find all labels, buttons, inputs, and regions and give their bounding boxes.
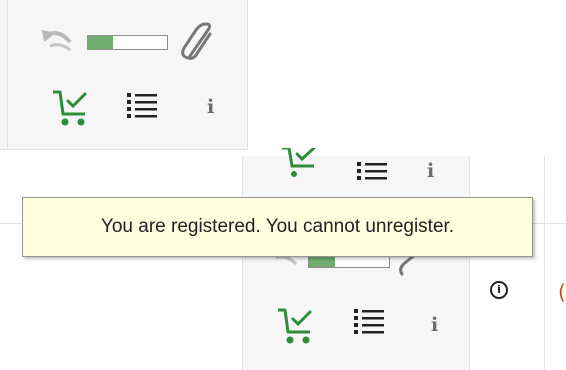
- info-icon[interactable]: i: [427, 162, 434, 181]
- paperclip-icon[interactable]: [398, 254, 428, 278]
- cart-check-icon[interactable]: [280, 148, 322, 178]
- progress-bar: [87, 35, 168, 50]
- truncated-icon: (: [558, 280, 566, 304]
- progress-bar-fill: [88, 36, 114, 49]
- info-icon[interactable]: i: [207, 98, 214, 117]
- cart-check-icon[interactable]: [276, 306, 318, 346]
- cart-check-icon[interactable]: [51, 88, 93, 128]
- column-divider: [7, 0, 8, 149]
- list-icon[interactable]: [127, 91, 159, 119]
- list-icon[interactable]: [357, 160, 389, 182]
- info-icon[interactable]: i: [431, 316, 438, 335]
- info-circle-icon[interactable]: i: [490, 281, 508, 299]
- column-divider: [469, 156, 470, 370]
- undo-icon[interactable]: [40, 28, 74, 56]
- tooltip: You are registered. You cannot unregiste…: [22, 197, 533, 257]
- paperclip-icon[interactable]: [180, 22, 216, 62]
- column-divider: [242, 156, 243, 370]
- column-divider: [544, 156, 545, 370]
- action-toolbar-bottom: i i: [0, 148, 566, 370]
- action-toolbar-top: i: [0, 0, 248, 150]
- list-icon[interactable]: [354, 307, 386, 335]
- tooltip-text: You are registered. You cannot unregiste…: [100, 216, 455, 237]
